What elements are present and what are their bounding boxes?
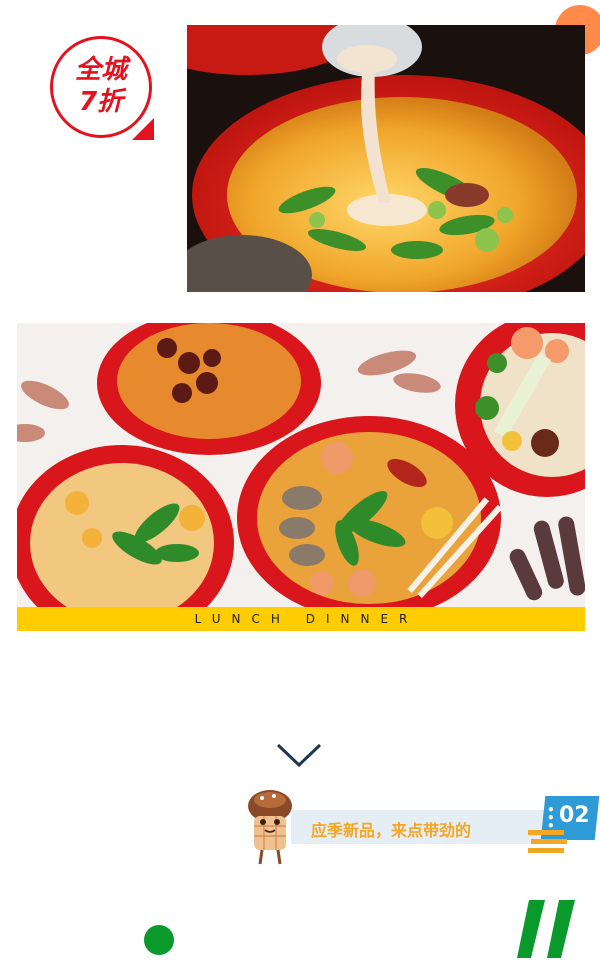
section-title: 应季新品，来点带劲的 — [311, 821, 472, 840]
section-number-dots-icon: • • • — [547, 803, 555, 833]
mascot-icon — [246, 788, 294, 866]
caption-text: LUNCH DINNER — [194, 612, 419, 626]
quote-marks-icon — [515, 898, 579, 960]
caption-bar: LUNCH DINNER — [17, 607, 585, 631]
promo-badge-line2: 7折 — [78, 87, 124, 117]
noodle-bowls-photo — [17, 323, 585, 608]
promo-badge: 全城 7折 — [50, 36, 154, 140]
soup-pour-illustration — [187, 25, 585, 292]
promo-badge-line1: 全城 — [74, 55, 127, 85]
promo-badge-corner — [132, 118, 154, 140]
green-dot-decoration — [144, 925, 174, 955]
soup-pour-photo — [187, 25, 585, 292]
chevron-down-icon[interactable] — [276, 742, 322, 768]
stripes-icon — [528, 830, 567, 853]
section-banner: 应季新品，来点带劲的 • • • 02 — [245, 788, 600, 868]
section-number: 02 — [559, 803, 590, 828]
noodle-bowls-illustration — [17, 323, 585, 608]
